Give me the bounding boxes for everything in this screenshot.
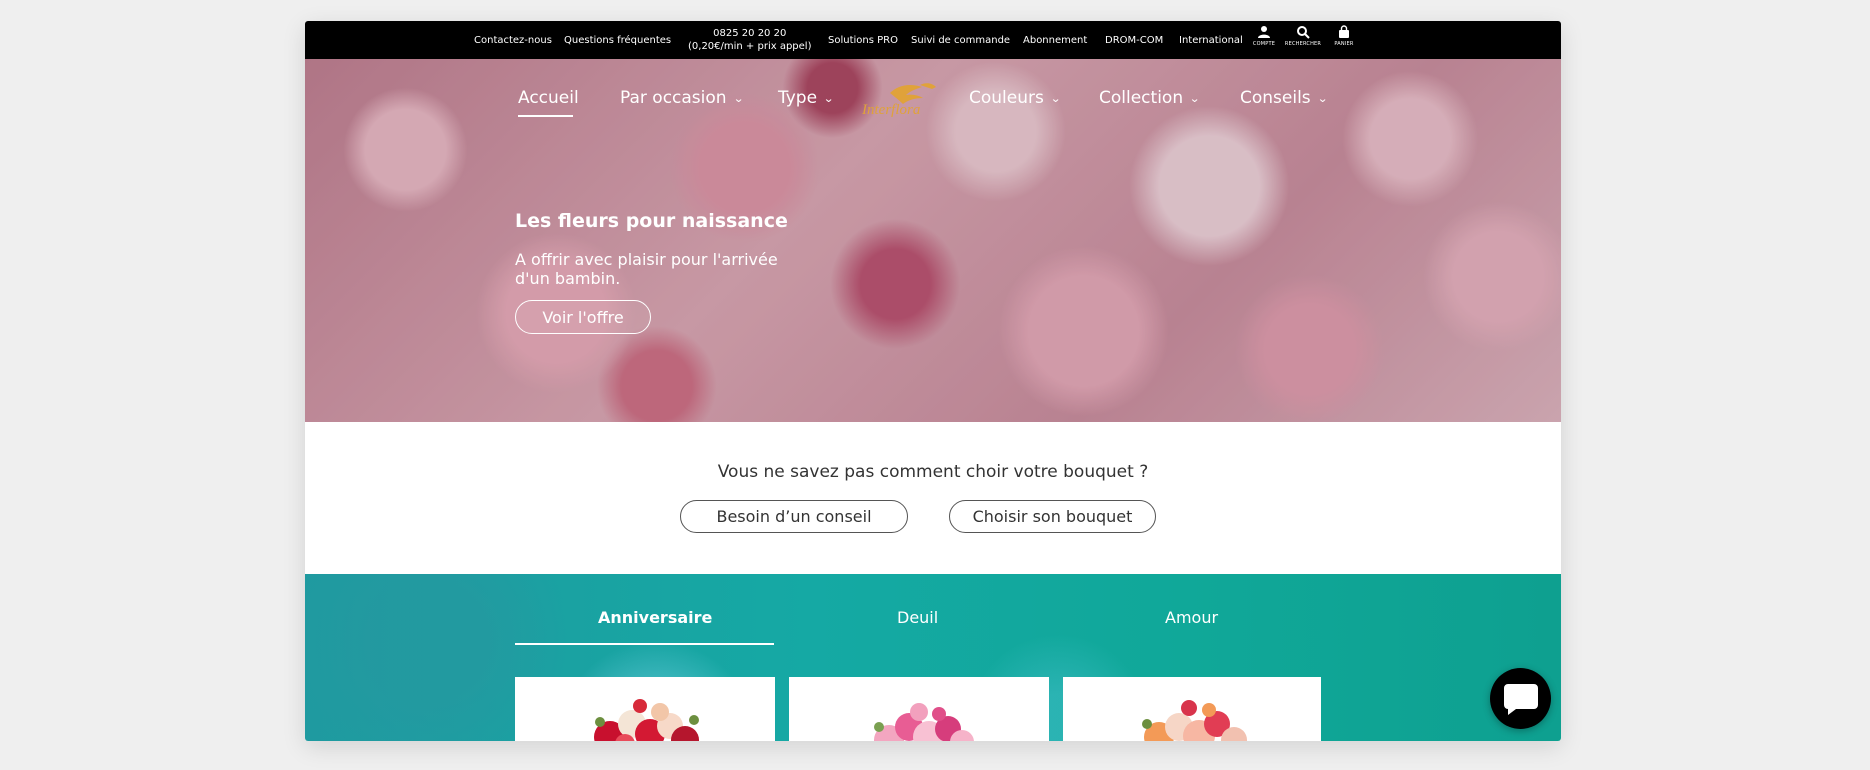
subscription-link[interactable]: Abonnement xyxy=(1023,21,1087,59)
choose-bouquet-button[interactable]: Choisir son bouquet xyxy=(949,500,1156,533)
cart-button[interactable]: PANIER xyxy=(1326,25,1362,47)
cart-label: PANIER xyxy=(1334,41,1354,47)
hero-title: Les fleurs pour naissance xyxy=(515,210,788,232)
faq-link[interactable]: Questions fréquentes xyxy=(564,21,671,59)
bouquet-image xyxy=(594,699,699,741)
logo-text: Interflora xyxy=(861,102,920,118)
chevron-down-icon: ⌄ xyxy=(1189,91,1201,105)
nav-home-label: Accueil xyxy=(518,88,579,108)
account-button[interactable]: COMPTE xyxy=(1246,25,1282,47)
nav-active-indicator xyxy=(518,115,573,117)
need-advice-button[interactable]: Besoin d’un conseil xyxy=(680,500,908,533)
interflora-logo-mark: Interflora xyxy=(861,83,936,118)
nav-type-label: Type xyxy=(778,88,818,108)
tab-active-indicator xyxy=(515,643,774,645)
help-question: Vous ne savez pas comment choir votre bo… xyxy=(717,462,1149,482)
nav-occasion[interactable]: Par occasion ⌄ xyxy=(620,88,744,108)
nav-collection[interactable]: Collection ⌄ xyxy=(1099,88,1201,108)
tab-mourning[interactable]: Deuil xyxy=(897,608,938,627)
drom-com-link[interactable]: DROM-COM xyxy=(1105,21,1163,59)
product-card[interactable] xyxy=(1063,677,1321,741)
phone-info[interactable]: 0825 20 20 20 (0,20€/min + prix appel) xyxy=(688,21,811,59)
phone-number: 0825 20 20 20 xyxy=(713,28,787,39)
nav-colors[interactable]: Couleurs ⌄ xyxy=(969,88,1061,108)
browser-page: Contactez-nous Questions fréquentes 0825… xyxy=(305,21,1561,741)
tab-birthday[interactable]: Anniversaire xyxy=(598,608,712,627)
international-link[interactable]: International xyxy=(1179,21,1243,59)
occasion-products-section: Anniversaire Deuil Amour xyxy=(305,574,1561,741)
see-offer-button[interactable]: Voir l'offre xyxy=(515,300,651,334)
nav-colors-label: Couleurs xyxy=(969,88,1044,108)
tab-love[interactable]: Amour xyxy=(1165,608,1218,627)
chat-button[interactable] xyxy=(1490,668,1551,729)
search-label: RECHERCHER xyxy=(1284,41,1322,47)
pro-solutions-link[interactable]: Solutions PRO xyxy=(828,21,898,59)
phone-price: (0,20€/min + prix appel) xyxy=(688,41,812,52)
bouquet-image xyxy=(874,703,974,741)
nav-advice-label: Conseils xyxy=(1240,88,1311,108)
main-navigation: Accueil Par occasion ⌄ Type ⌄ Interflora C… xyxy=(305,59,1561,119)
product-card[interactable] xyxy=(515,677,775,741)
search-icon xyxy=(1297,26,1310,39)
search-button[interactable]: RECHERCHER xyxy=(1285,25,1321,47)
nav-occasion-label: Par occasion xyxy=(620,88,727,108)
nav-home[interactable]: Accueil xyxy=(518,88,579,108)
bouquet-image xyxy=(1142,700,1247,741)
bouquet-help-section: Vous ne savez pas comment choir votre bo… xyxy=(305,422,1561,574)
hero-subtitle: A offrir avec plaisir pour l'arrivée d'u… xyxy=(515,250,778,288)
nav-type[interactable]: Type ⌄ xyxy=(778,88,835,108)
shopping-bag-icon xyxy=(1339,25,1349,38)
chevron-down-icon: ⌄ xyxy=(1316,91,1328,105)
contact-link[interactable]: Contactez-nous xyxy=(474,21,552,59)
nav-advice[interactable]: Conseils ⌄ xyxy=(1240,88,1328,108)
chat-bubble-icon xyxy=(1503,683,1538,715)
order-tracking-link[interactable]: Suivi de commande xyxy=(911,21,1010,59)
interflora-logo[interactable]: Interflora xyxy=(860,79,945,119)
top-utility-bar: Contactez-nous Questions fréquentes 0825… xyxy=(305,21,1561,59)
chevron-down-icon: ⌄ xyxy=(823,91,835,105)
user-icon xyxy=(1258,26,1270,38)
chevron-down-icon: ⌄ xyxy=(1049,91,1061,105)
product-card[interactable] xyxy=(789,677,1049,741)
account-label: COMPTE xyxy=(1252,41,1276,47)
hero-banner: Accueil Par occasion ⌄ Type ⌄ Interflora C… xyxy=(305,59,1561,422)
nav-collection-label: Collection xyxy=(1099,88,1184,108)
chevron-down-icon: ⌄ xyxy=(732,91,744,105)
